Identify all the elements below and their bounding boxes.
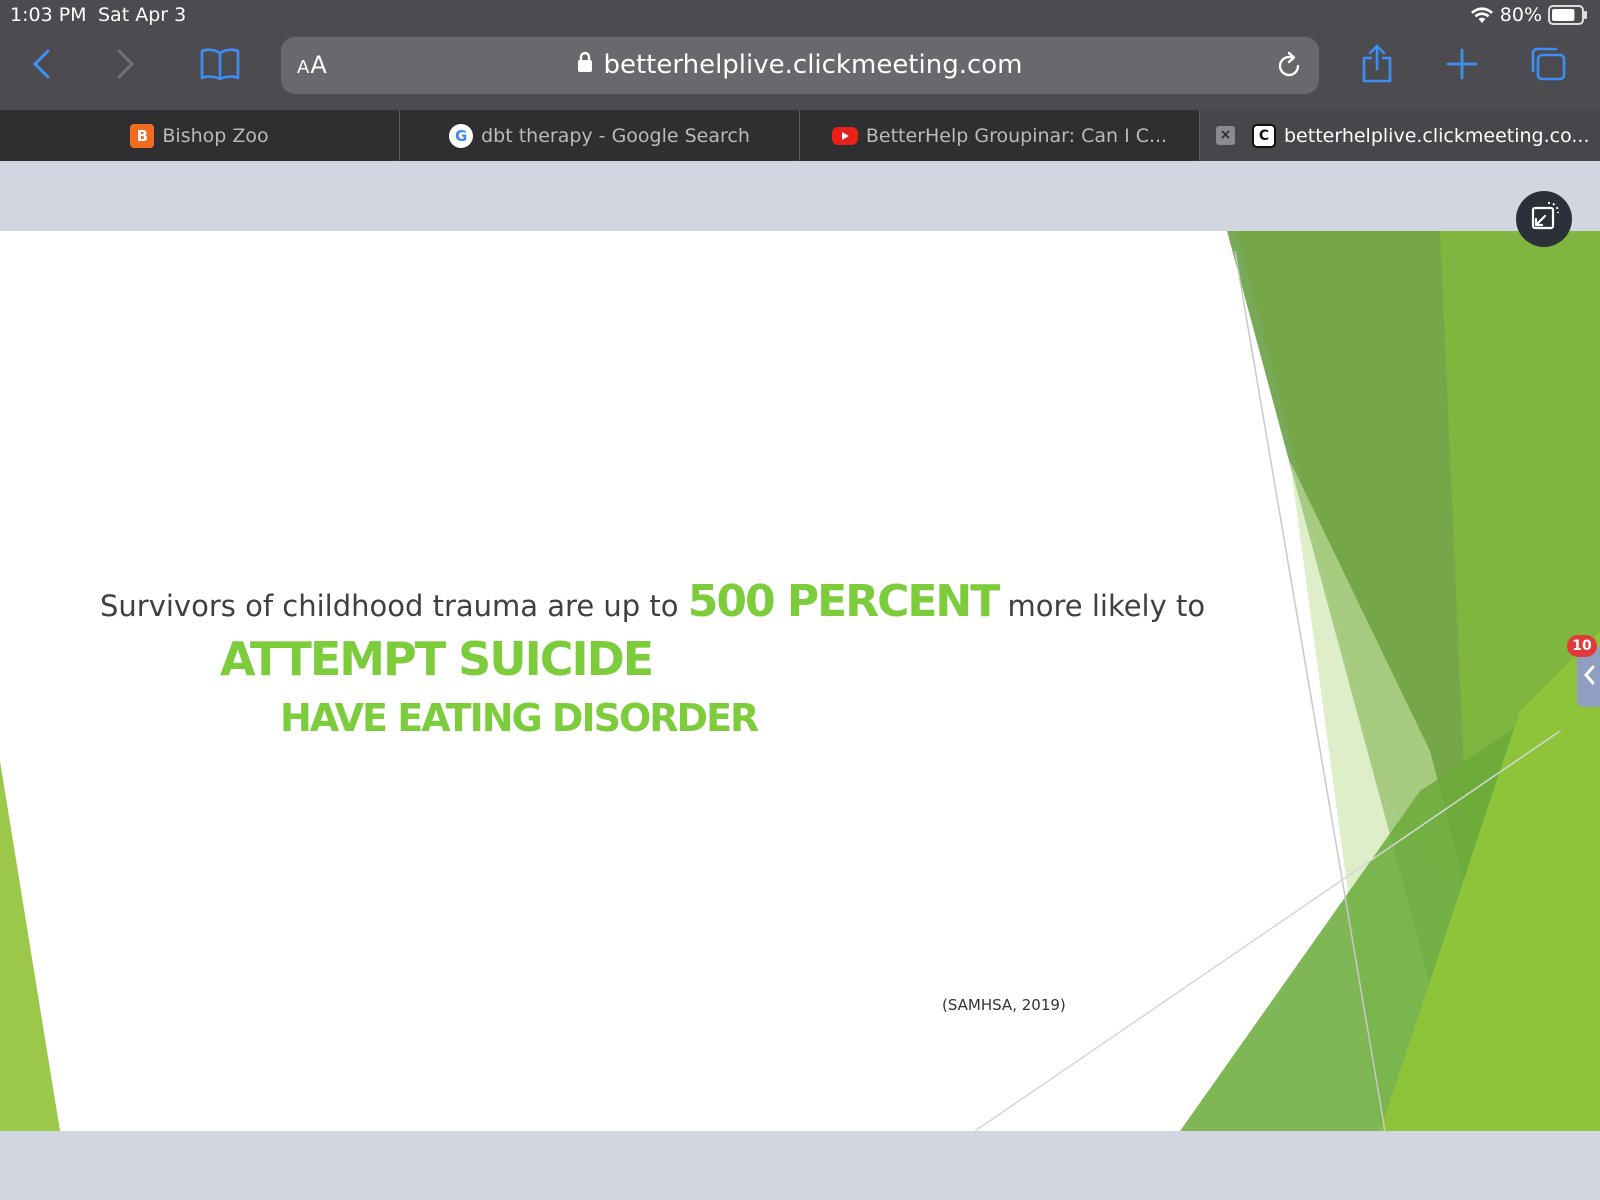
tab-dbt-therapy[interactable]: G dbt therapy - Google Search (400, 110, 800, 161)
tab-bar: B Bishop Zoo G dbt therapy - Google Sear… (0, 110, 1600, 161)
tab-title: BetterHelp Groupinar: Can I C... (865, 124, 1168, 147)
page-content: Survivors of childhood trauma are up to … (0, 161, 1600, 1200)
chevron-left-icon (1583, 665, 1595, 689)
battery-icon (1548, 5, 1588, 25)
tab-bishop-zoo[interactable]: B Bishop Zoo (0, 110, 400, 161)
url-display[interactable]: betterhelplive.clickmeeting.com (281, 50, 1319, 80)
reload-button[interactable] (1273, 50, 1305, 82)
clickmeeting-icon: C (1252, 123, 1276, 148)
bookmarks-button[interactable] (198, 44, 242, 88)
tab-clickmeeting[interactable]: × C betterhelplive.clickmeeting.co... (1200, 110, 1600, 161)
new-tab-button[interactable] (1440, 44, 1484, 88)
status-date: Sat Apr 3 (98, 4, 187, 26)
lock-icon (577, 50, 593, 80)
tab-title: betterhelplive.clickmeeting.co... (1284, 124, 1590, 147)
youtube-icon (831, 126, 858, 145)
citation: (SAMHSA, 2019) (942, 996, 1066, 1014)
status-bar: 1:03 PM Sat Apr 3 80% (0, 0, 1600, 32)
tab-betterhelp-groupinar[interactable]: BetterHelp Groupinar: Can I C... (800, 110, 1200, 161)
forward-button[interactable] (104, 44, 148, 88)
tab-title: Bishop Zoo (162, 124, 269, 147)
fullscreen-button[interactable] (1516, 191, 1572, 247)
reload-icon (1273, 51, 1305, 86)
statement-tail: more likely to (1007, 589, 1206, 623)
expand-icon (1526, 199, 1562, 239)
status-time: 1:03 PM (10, 4, 87, 26)
status-right: 80% (1470, 4, 1588, 26)
slide-statement: Survivors of childhood trauma are up to … (100, 576, 1205, 627)
tabs-icon (1529, 46, 1567, 86)
browser-chrome: 1:03 PM Sat Apr 3 80% AA betterhelplive. (0, 0, 1600, 110)
highlight-attempt-suicide: ATTEMPT SUICIDE (220, 632, 654, 686)
url-text: betterhelplive.clickmeeting.com (603, 50, 1023, 80)
chevron-right-icon (115, 48, 137, 84)
highlight-500-percent: 500 PERCENT (687, 576, 1001, 627)
blogger-icon: B (130, 123, 155, 148)
battery-percent: 80% (1499, 4, 1542, 26)
statement-lead: Survivors of childhood trauma are up to (100, 589, 679, 623)
back-button[interactable] (19, 44, 63, 88)
notification-badge: 10 (1567, 635, 1597, 657)
google-icon: G (449, 123, 474, 148)
tab-title: dbt therapy - Google Search (481, 124, 750, 147)
wifi-icon (1470, 6, 1494, 24)
highlight-eating-disorder: HAVE EATING DISORDER (280, 696, 759, 740)
toolbar: AA betterhelplive.clickmeeting.com (0, 36, 1600, 96)
slide-text: Survivors of childhood trauma are up to … (100, 576, 1205, 740)
tabs-overview-button[interactable] (1526, 44, 1570, 88)
book-icon (200, 47, 240, 85)
address-bar[interactable]: AA betterhelplive.clickmeeting.com (281, 37, 1319, 94)
presentation-slide: Survivors of childhood trauma are up to … (0, 231, 1600, 1131)
chevron-left-icon (30, 48, 52, 84)
plus-icon (1446, 48, 1478, 84)
share-button[interactable] (1355, 44, 1399, 88)
share-icon (1360, 44, 1394, 88)
close-tab-button[interactable]: × (1216, 126, 1235, 145)
